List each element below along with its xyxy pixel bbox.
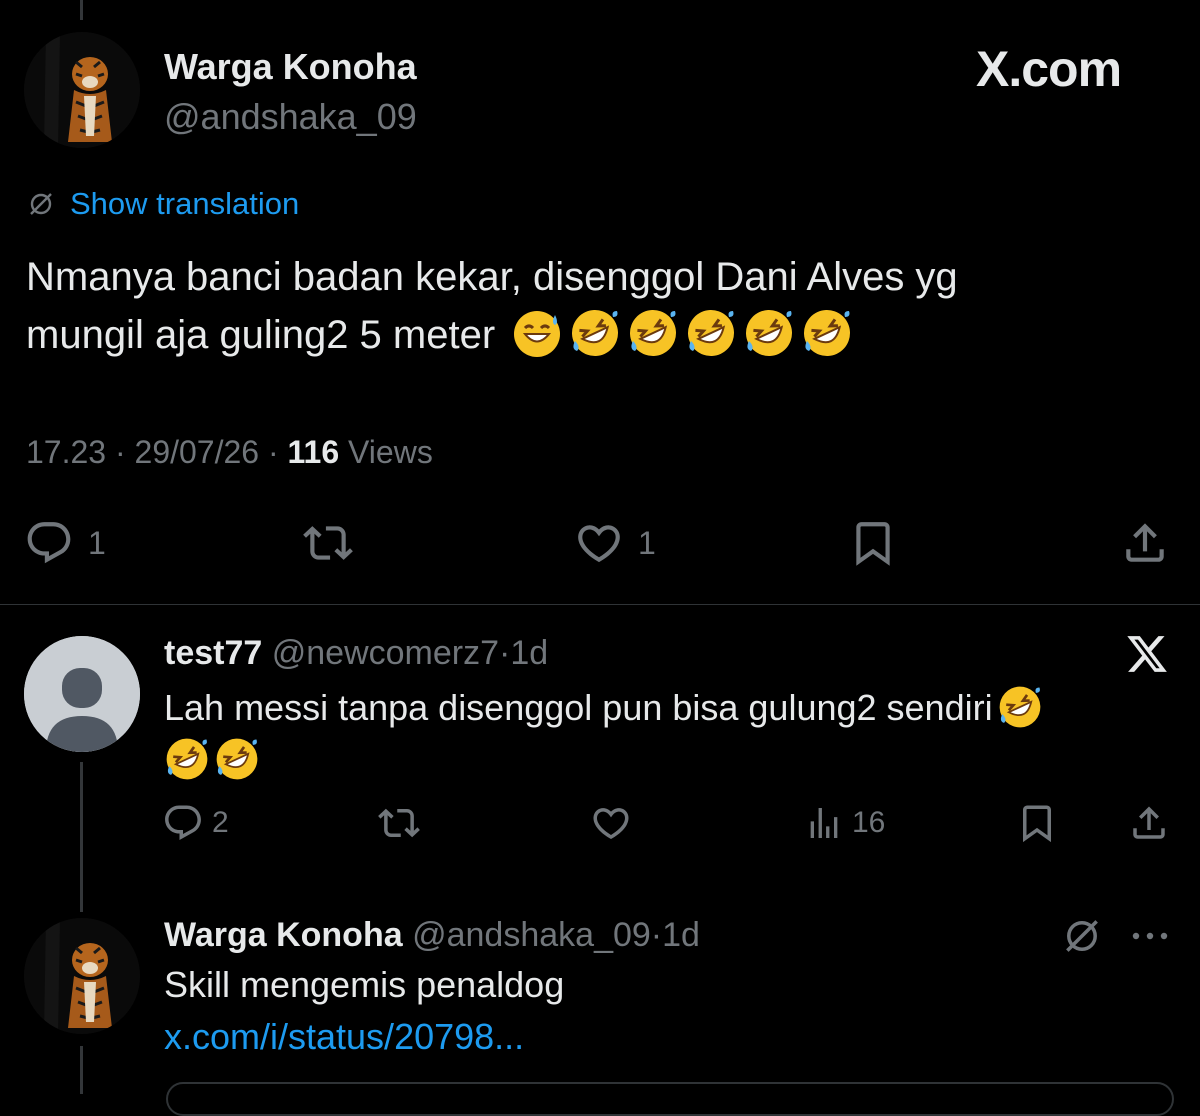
rofl-emoji-icon [804,310,851,357]
bookmark-icon [1023,805,1051,843]
reply-count: 1 [88,524,106,561]
tweet-text-line1: Nmanya banci badan kekar, disenggol Dani… [26,255,958,299]
reply2-author-name[interactable]: Warga Konoha [164,916,403,954]
retweet-icon [378,808,420,838]
rofl-emoji-icon [572,310,619,357]
reply2-status-link[interactable]: x.com/i/status/20798... [164,1016,524,1058]
tweet-meta: 17.23 · 29/07/26 · 116 Views [26,434,433,471]
show-translation-link[interactable]: Show translation [70,186,299,222]
avatar[interactable] [24,32,140,148]
tweet-date[interactable]: 29/07/26 [135,434,260,470]
reply1-views-count: 16 [852,806,886,839]
divider [0,604,1200,605]
reply2-handle[interactable]: @andshaka_09 [412,916,651,954]
heart-icon [578,525,620,563]
tweet-text: Nmanya banci badan kekar, disenggol Dani… [26,248,958,364]
analytics-icon [810,808,838,838]
heart-icon [593,808,629,840]
reply1-share-button[interactable] [1128,802,1170,844]
views-label: Views [348,434,433,470]
meta-separator: · [267,434,279,470]
reply-icon [27,522,71,564]
translate-globe-icon[interactable] [1060,914,1104,958]
thread-line-top [80,0,83,20]
bookmark-button[interactable] [848,518,898,568]
author-handle[interactable]: @andshaka_09 [164,96,417,138]
quoted-card-edge [166,1082,1174,1116]
reply1-reply-count: 2 [212,806,229,839]
x-logo-icon [1127,636,1167,672]
bookmark-icon [856,522,890,566]
share-icon [1133,806,1165,839]
reply1-retweet-button[interactable] [376,802,422,844]
tweet-text-line2: mungil aja guling2 5 meter [26,306,958,364]
reply2-text: Skill mengemis penaldog [164,964,565,1005]
share-icon [1126,523,1164,562]
share-button[interactable] [1120,518,1170,568]
reply2-separator: · [650,916,663,954]
reply1-author-name[interactable]: test77 [164,634,262,672]
rofl-emoji-icon [688,310,735,357]
rofl-emoji-icon [166,739,208,780]
translate-row[interactable]: Show translation [26,186,299,222]
avatar-default[interactable] [24,636,140,752]
rofl-emoji-icon [999,687,1040,728]
thread-line-bottom [80,1046,83,1094]
views-count: 116 [287,434,340,470]
reply1-like-button[interactable] [590,802,632,844]
more-options-icon[interactable] [1128,926,1172,946]
tweet-time[interactable]: 17.23 [26,434,106,470]
thread-line-reply [80,762,83,912]
tweet-text-line2-text: mungil aja guling2 5 meter [26,313,496,357]
retweet-button[interactable] [302,518,354,568]
avatar[interactable] [24,918,140,1034]
sweat-smile-emoji-icon [514,311,561,358]
reply1-reply-button[interactable]: 2 [162,802,229,844]
rofl-emoji-icon [746,310,793,357]
reply1-text-content: Lah messi tanpa disenggol pun bisa gulun… [164,687,993,728]
like-count: 1 [638,524,656,561]
reply-button[interactable]: 1 [24,518,106,568]
reply1-text: Lah messi tanpa disenggol pun bisa gulun… [164,682,1164,786]
meta-separator: · [114,434,126,470]
reply1-bookmark-button[interactable] [1016,802,1058,844]
reply1-header: test77 @newcomerz7·1d [164,634,548,673]
reply-icon [165,805,201,840]
like-button[interactable]: 1 [574,518,656,568]
reply2-header: Warga Konoha @andshaka_09·1d [164,916,700,955]
retweet-icon [303,526,353,560]
x-com-watermark: X.com [976,40,1122,98]
rofl-emoji-icon [216,739,258,780]
reply1-time[interactable]: 1d [510,634,548,672]
tiger-avatar-image [24,918,140,1034]
translate-globe-icon [30,193,52,215]
watermark-text: X.com [976,41,1122,97]
reply1-views-button[interactable]: 16 [804,802,885,844]
rofl-emoji-icon [630,310,677,357]
tiger-avatar-image [24,32,140,148]
reply1-handle[interactable]: @newcomerz7 [272,634,499,672]
author-name[interactable]: Warga Konoha [164,46,417,88]
default-avatar-icon [24,636,140,752]
reply1-separator: · [499,634,511,672]
reply2-time[interactable]: 1d [662,916,700,954]
